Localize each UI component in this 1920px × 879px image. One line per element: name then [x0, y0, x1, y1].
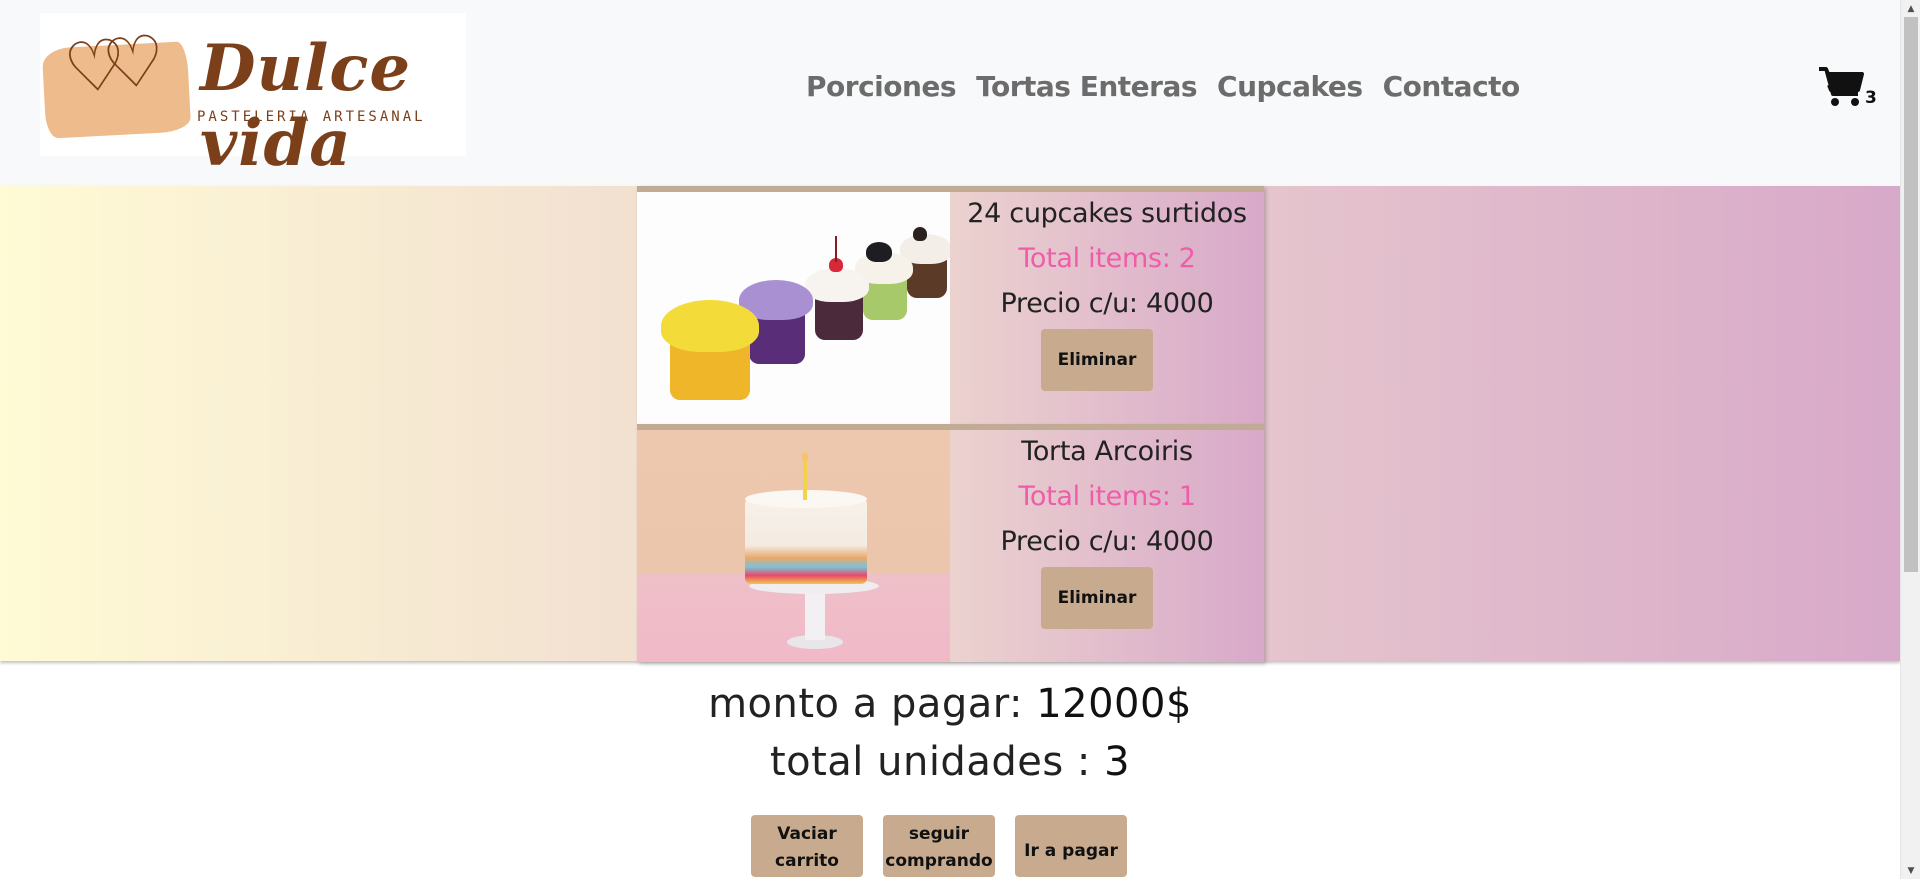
cart-count-badge: 3	[1865, 88, 1877, 108]
cart-item-quantity: Total items: 2	[1018, 243, 1196, 274]
empty-cart-button[interactable]: Vaciar carrito	[751, 815, 863, 877]
brand-logo[interactable]: ♡♡ Dulce vida PASTELERIA ARTESANAL	[40, 13, 466, 181]
nav-link-tortas-enteras[interactable]: Tortas Enteras	[976, 70, 1197, 103]
empty-cart-label-2: carrito	[775, 851, 839, 871]
cart-item-quantity: Total items: 1	[1018, 481, 1196, 512]
cart-item-price: Precio c/u: 4000	[1000, 288, 1214, 319]
cart-item: 24 cupcakes surtidos Total items: 2 Prec…	[637, 186, 1264, 424]
hearts-icon: ♡♡	[59, 21, 146, 111]
units-value: 3	[1104, 739, 1131, 785]
cart-item-details: 24 cupcakes surtidos Total items: 2 Prec…	[950, 192, 1264, 424]
scroll-up-icon[interactable]: ▲	[1901, 0, 1920, 17]
cart-item-name: 24 cupcakes surtidos	[967, 198, 1247, 229]
total-units: total unidades : 3	[0, 733, 1900, 791]
scrollbar-thumb[interactable]	[1904, 17, 1918, 572]
cart-actions: Vaciar carrito seguir comprando Ir a pagar	[751, 815, 1127, 877]
remove-item-button[interactable]: Eliminar	[1041, 329, 1153, 391]
keep-shopping-label-2: comprando	[885, 851, 993, 871]
amount-value: 12000$	[1036, 681, 1192, 727]
vertical-scrollbar[interactable]: ▲ ▼	[1900, 0, 1920, 879]
cart-item: Torta Arcoiris Total items: 1 Precio c/u…	[637, 424, 1264, 662]
empty-cart-label-1: Vaciar	[777, 824, 837, 844]
shopping-cart-icon	[1819, 67, 1864, 106]
site-header: ♡♡ Dulce vida PASTELERIA ARTESANAL Porci…	[0, 0, 1900, 186]
amount-label: monto a pagar:	[708, 681, 1037, 727]
nav-link-contacto[interactable]: Contacto	[1383, 70, 1521, 103]
keep-shopping-label-1: seguir	[908, 824, 970, 844]
cart-item-details: Torta Arcoiris Total items: 1 Precio c/u…	[950, 430, 1264, 662]
cupcakes-photo	[637, 192, 950, 424]
main-nav: Porciones Tortas Enteras Cupcakes Contac…	[806, 70, 1520, 103]
cart-button[interactable]: 3	[1818, 66, 1877, 108]
keep-shopping-button[interactable]: seguir comprando	[883, 815, 995, 877]
checkout-button[interactable]: Ir a pagar	[1015, 815, 1127, 877]
rainbow-cake-photo	[637, 430, 950, 662]
cart-summary: monto a pagar: 12000$ total unidades : 3	[0, 675, 1900, 791]
scroll-down-icon[interactable]: ▼	[1901, 862, 1920, 879]
amount-to-pay: monto a pagar: 12000$	[0, 675, 1900, 733]
units-label: total unidades :	[769, 739, 1105, 785]
cart-item-name: Torta Arcoiris	[1021, 436, 1193, 467]
cart-item-price: Precio c/u: 4000	[1000, 526, 1214, 557]
nav-link-cupcakes[interactable]: Cupcakes	[1217, 70, 1363, 103]
logo-subtitle: PASTELERIA ARTESANAL	[197, 109, 426, 125]
logo-title: Dulce vida	[200, 31, 412, 181]
remove-item-button[interactable]: Eliminar	[1041, 567, 1153, 629]
page: ♡♡ Dulce vida PASTELERIA ARTESANAL Porci…	[0, 0, 1900, 879]
nav-link-porciones[interactable]: Porciones	[806, 70, 957, 103]
